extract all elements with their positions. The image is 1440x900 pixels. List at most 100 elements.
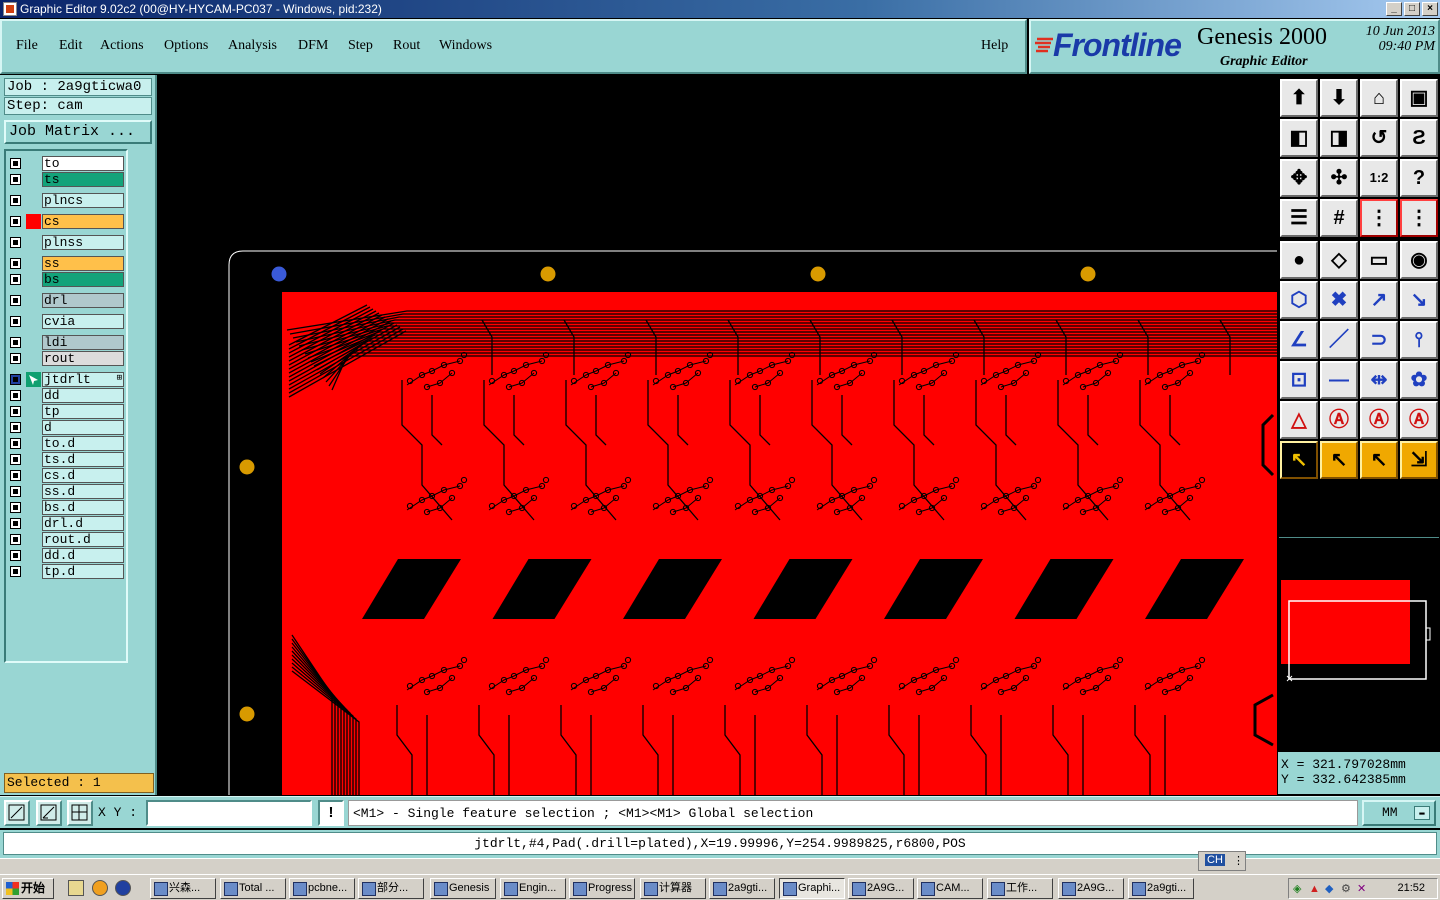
menu-rout[interactable]: Rout bbox=[393, 38, 420, 54]
pointer-pick-button[interactable]: ↖ bbox=[1360, 441, 1398, 479]
layer-color-swatch[interactable] bbox=[26, 420, 41, 435]
home-button[interactable]: ⌂ bbox=[1360, 79, 1398, 117]
layer-row-ldi[interactable]: ldi bbox=[6, 335, 128, 350]
copy-button[interactable]: ↘ bbox=[1400, 281, 1438, 319]
layer-row-to[interactable]: to bbox=[6, 156, 128, 171]
quicklaunch-media-icon[interactable] bbox=[115, 880, 131, 896]
layer-checkbox[interactable] bbox=[10, 454, 21, 465]
resize-button[interactable]: ⊡ bbox=[1280, 361, 1318, 399]
units-select[interactable]: MM ▬ bbox=[1362, 800, 1436, 826]
scale-1-2-button[interactable]: 1:2 bbox=[1360, 159, 1398, 197]
layer-checkbox[interactable] bbox=[10, 237, 21, 248]
layer-name[interactable]: bs.d bbox=[42, 500, 124, 515]
fit-screen-button[interactable]: ✥ bbox=[1280, 159, 1318, 197]
layer-row-rout[interactable]: rout bbox=[6, 351, 128, 366]
layer-name[interactable]: to bbox=[42, 156, 124, 171]
layer-color-swatch[interactable] bbox=[26, 532, 41, 547]
layer-row-jtdrlt[interactable]: jtdrlt ⊞ bbox=[6, 372, 128, 387]
layer-row-bs-d[interactable]: bs.d bbox=[6, 500, 128, 515]
layer-name[interactable]: drl.d bbox=[42, 516, 124, 531]
pcb-view[interactable] bbox=[157, 75, 1277, 795]
layer-name[interactable]: rout.d bbox=[42, 532, 124, 547]
quicklaunch-browser-icon[interactable] bbox=[92, 880, 108, 896]
connect-button[interactable]: ⬡ bbox=[1280, 281, 1318, 319]
layer-checkbox[interactable] bbox=[10, 390, 21, 401]
layer-color-swatch[interactable] bbox=[26, 372, 41, 387]
layer-checkbox[interactable] bbox=[10, 502, 21, 513]
zoom-right-button[interactable]: ◨ bbox=[1320, 119, 1358, 157]
taskbar-item[interactable]: 兴森... bbox=[150, 878, 216, 899]
warning-c-button[interactable]: Ⓐ bbox=[1360, 401, 1398, 439]
layer-checkbox[interactable] bbox=[10, 534, 21, 545]
layer-color-swatch[interactable] bbox=[26, 404, 41, 419]
layer-name[interactable]: tp bbox=[42, 404, 124, 419]
redraw-button[interactable]: Ƨ bbox=[1400, 119, 1438, 157]
taskbar-item[interactable]: 部分... bbox=[358, 878, 424, 899]
layer-name[interactable]: bs bbox=[42, 272, 124, 287]
layer-checkbox[interactable] bbox=[10, 216, 21, 227]
layer-row-bs[interactable]: bs bbox=[6, 272, 128, 287]
layer-row-dd-d[interactable]: dd.d bbox=[6, 548, 128, 563]
cut-button[interactable]: — bbox=[1320, 361, 1358, 399]
xy-input[interactable] bbox=[146, 800, 312, 826]
taskbar-item[interactable]: Genesis bbox=[430, 878, 496, 899]
snap-mode-button[interactable] bbox=[4, 800, 30, 826]
taskbar-item[interactable]: 2a9gti... bbox=[709, 878, 775, 899]
tray-app-icon[interactable]: ▲ bbox=[1309, 880, 1320, 899]
menu-file[interactable]: File bbox=[16, 38, 38, 54]
layer-row-tp[interactable]: tp bbox=[6, 404, 128, 419]
tray-network-icon[interactable]: ◈ bbox=[1293, 880, 1301, 899]
layer-checkbox[interactable] bbox=[10, 518, 21, 529]
layer-row-ts-d[interactable]: ts.d bbox=[6, 452, 128, 467]
layer-row-plnss[interactable]: plnss bbox=[6, 235, 128, 250]
layer-checkbox[interactable] bbox=[10, 174, 21, 185]
layer-row-rout-d[interactable]: rout.d bbox=[6, 532, 128, 547]
graphic-canvas[interactable] bbox=[157, 75, 1277, 795]
layer-color-swatch[interactable] bbox=[26, 484, 41, 499]
netlist-compare-button[interactable]: ⋮ bbox=[1400, 199, 1438, 237]
layer-color-swatch[interactable] bbox=[26, 500, 41, 515]
warning-a-button[interactable]: △ bbox=[1280, 401, 1318, 439]
layer-name[interactable]: rout bbox=[42, 351, 124, 366]
layer-color-swatch[interactable] bbox=[26, 256, 41, 271]
menu-step[interactable]: Step bbox=[348, 38, 373, 54]
ruler-button[interactable]: ▭ bbox=[1360, 241, 1398, 279]
layers-config-button[interactable]: ☰ bbox=[1280, 199, 1318, 237]
layer-color-swatch[interactable] bbox=[26, 193, 41, 208]
expand-icon[interactable]: ⊞ bbox=[117, 373, 122, 383]
layer-color-swatch[interactable] bbox=[26, 314, 41, 329]
layer-checkbox[interactable] bbox=[10, 158, 21, 169]
layer-checkbox[interactable] bbox=[10, 438, 21, 449]
menu-help[interactable]: Help bbox=[981, 38, 1008, 54]
taskbar-item[interactable]: Progress bbox=[569, 878, 635, 899]
zoom-left-button[interactable]: ◧ bbox=[1280, 119, 1318, 157]
layer-name[interactable]: ldi bbox=[42, 335, 124, 350]
warning-b-button[interactable]: Ⓐ bbox=[1320, 401, 1358, 439]
layer-name[interactable]: plncs bbox=[42, 193, 124, 208]
pointer-select-button[interactable]: ↖ bbox=[1320, 441, 1358, 479]
layer-row-drl-d[interactable]: drl.d bbox=[6, 516, 128, 531]
delete-button[interactable]: ✖ bbox=[1320, 281, 1358, 319]
taskbar-item[interactable]: 计算器 bbox=[640, 878, 706, 899]
taskbar-item[interactable]: Total ... bbox=[220, 878, 286, 899]
layer-color-swatch[interactable] bbox=[26, 272, 41, 287]
layer-row-to-d[interactable]: to.d bbox=[6, 436, 128, 451]
add-pad-button[interactable]: ● bbox=[1280, 241, 1318, 279]
layer-row-d[interactable]: d bbox=[6, 420, 128, 435]
layer-checkbox[interactable] bbox=[10, 374, 21, 385]
move-button[interactable]: ↗ bbox=[1360, 281, 1398, 319]
layer-checkbox[interactable] bbox=[10, 295, 21, 306]
tray-security-icon[interactable]: ◆ bbox=[1325, 880, 1333, 899]
layer-row-ss-d[interactable]: ss.d bbox=[6, 484, 128, 499]
layer-checkbox[interactable] bbox=[10, 258, 21, 269]
layer-color-swatch[interactable] bbox=[26, 293, 41, 308]
help-query-button[interactable]: ? bbox=[1400, 159, 1438, 197]
layer-name[interactable]: to.d bbox=[42, 436, 124, 451]
layer-color-swatch[interactable] bbox=[26, 335, 41, 350]
grid-button[interactable]: # bbox=[1320, 199, 1358, 237]
overview-map[interactable] bbox=[1279, 537, 1439, 747]
layer-color-swatch[interactable] bbox=[26, 516, 41, 531]
layer-color-swatch[interactable] bbox=[26, 156, 41, 171]
taskbar-item[interactable]: 2A9G... bbox=[848, 878, 914, 899]
layer-name[interactable]: plnss bbox=[42, 235, 124, 250]
